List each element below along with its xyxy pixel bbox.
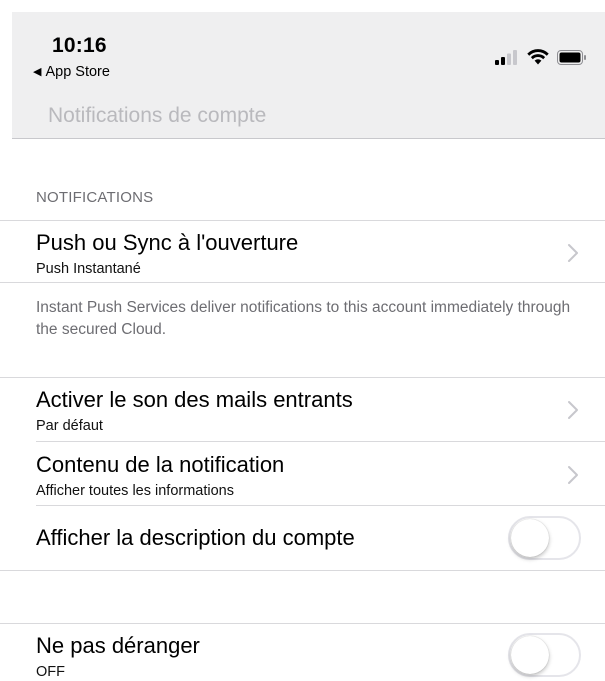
back-triangle-icon: ◀	[33, 65, 42, 78]
cellular-signal-icon	[495, 49, 517, 65]
do-not-disturb-subtitle: OFF	[36, 664, 65, 680]
account-description-title: Afficher la description du compte	[36, 525, 355, 550]
do-not-disturb-toggle[interactable]	[508, 633, 581, 677]
account-description-row: Afficher la description du compte	[0, 506, 605, 570]
account-description-toggle[interactable]	[508, 516, 581, 560]
nav-title: Notifications de compte	[48, 104, 267, 127]
incoming-mail-sound-title: Activer le son des mails entrants	[36, 387, 353, 412]
section-header: NOTIFICATIONS	[36, 189, 154, 206]
incoming-mail-sound-subtitle: Par défaut	[36, 418, 103, 434]
do-not-disturb-row: Ne pas déranger OFF	[0, 624, 605, 681]
incoming-mail-sound-row[interactable]: Activer le son des mails entrants Par dé…	[0, 378, 605, 441]
top-bar: 10:16 ◀ App Store Notifications de compt…	[12, 12, 605, 139]
notification-content-row[interactable]: Contenu de la notification Afficher tout…	[0, 442, 605, 505]
chevron-right-icon	[568, 466, 578, 484]
notification-content-subtitle: Afficher toutes les informations	[36, 483, 234, 499]
toggle-knob	[511, 519, 549, 557]
screen: 10:16 ◀ App Store Notifications de compt…	[0, 0, 605, 681]
separator	[0, 570, 605, 571]
push-footer-note: Instant Push Services deliver notificati…	[36, 299, 571, 338]
status-time: 10:16	[52, 34, 107, 57]
push-sync-row[interactable]: Push ou Sync à l'ouverture Push Instanta…	[0, 221, 605, 282]
back-app-label: App Store	[45, 64, 110, 80]
chevron-right-icon	[568, 244, 578, 262]
back-to-app-store-link[interactable]: ◀ App Store	[33, 64, 110, 80]
notification-content-title: Contenu de la notification	[36, 452, 285, 477]
toggle-knob	[511, 636, 549, 674]
separator	[0, 282, 605, 283]
settings-content: NOTIFICATIONS Push ou Sync à l'ouverture…	[0, 139, 605, 681]
wifi-icon	[527, 49, 549, 65]
chevron-right-icon	[568, 401, 578, 419]
battery-icon	[557, 49, 586, 65]
push-sync-subtitle: Push Instantané	[36, 261, 141, 277]
push-sync-title: Push ou Sync à l'ouverture	[36, 230, 299, 255]
status-icons	[495, 49, 587, 65]
do-not-disturb-title: Ne pas déranger	[36, 633, 200, 658]
